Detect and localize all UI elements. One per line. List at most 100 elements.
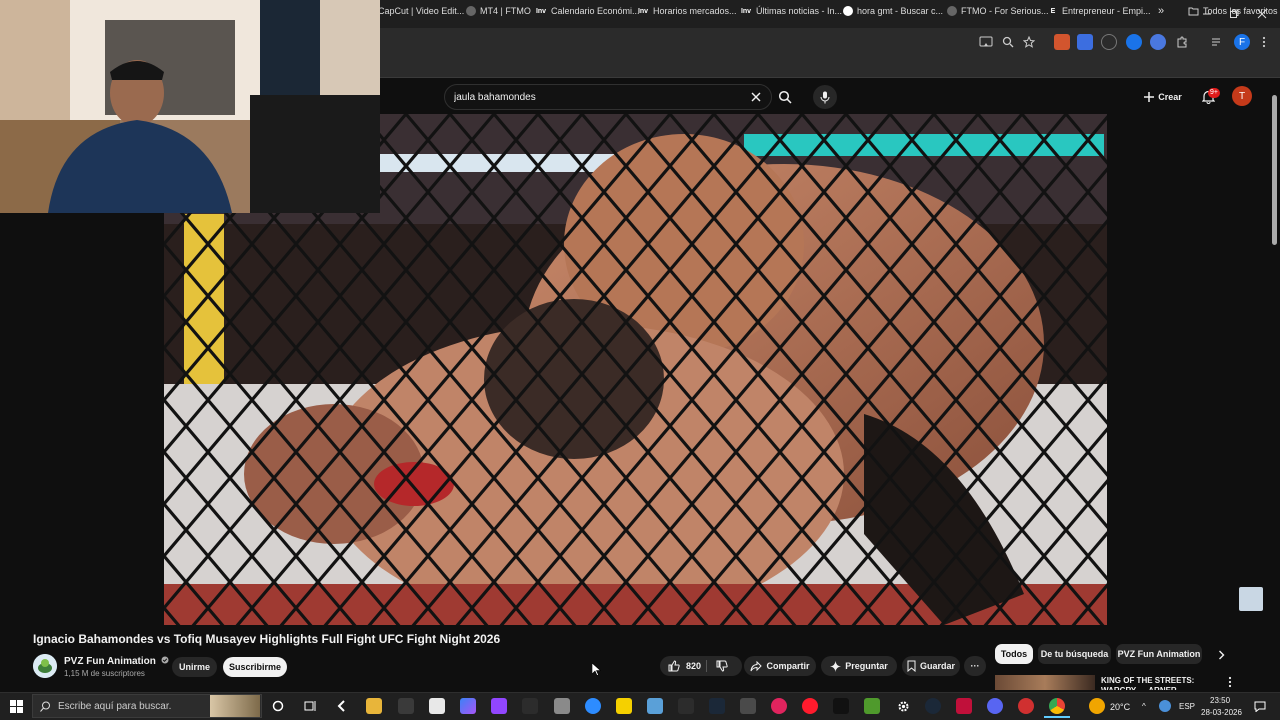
zoom-icon[interactable]: [1000, 34, 1016, 50]
app-icon[interactable]: [398, 698, 414, 714]
extension-circle-icon[interactable]: [1150, 34, 1166, 50]
ask-button[interactable]: Preguntar: [821, 656, 897, 676]
bookmark-horarios[interactable]: Inv Horarios mercados...: [637, 4, 737, 18]
profile-avatar[interactable]: F: [1234, 34, 1250, 50]
globe-icon: [947, 6, 957, 16]
share-button[interactable]: Compartir: [744, 656, 816, 676]
chip-todos[interactable]: Todos: [995, 644, 1033, 664]
notification-center-icon[interactable]: [1252, 698, 1268, 714]
join-button[interactable]: Unirme: [172, 657, 217, 677]
windows-logo-icon: [9, 699, 23, 713]
weather-temperature[interactable]: 20°C: [1110, 702, 1130, 712]
app-icon[interactable]: [647, 698, 663, 714]
clock-time[interactable]: 23:50: [1210, 696, 1230, 705]
globe-icon: [466, 6, 476, 16]
search-icon: [40, 701, 50, 712]
task-view-icon[interactable]: [302, 698, 318, 714]
browser-menu-icon[interactable]: [1256, 34, 1272, 50]
account-avatar[interactable]: T: [1232, 86, 1252, 106]
more-actions-button[interactable]: ···: [964, 656, 986, 676]
channel-avatar[interactable]: [33, 654, 57, 678]
channel-watermark[interactable]: [1239, 587, 1263, 611]
page-scrollbar[interactable]: [1272, 95, 1277, 245]
app-icon[interactable]: [522, 698, 538, 714]
voice-search-button[interactable]: [813, 85, 837, 109]
search-input[interactable]: [454, 89, 734, 105]
bookmark-label: MT4 | FTMO: [480, 6, 531, 16]
bookmarks-overflow-button[interactable]: »: [1158, 4, 1164, 18]
all-bookmarks-button[interactable]: Todos los favoritos: [1188, 4, 1278, 18]
opera-icon[interactable]: [802, 698, 818, 714]
bookmark-label: Entrepreneur - Empi...: [1062, 6, 1151, 16]
bookmark-mt4-ftmo[interactable]: MT4 | FTMO: [466, 4, 531, 18]
save-button[interactable]: Guardar: [902, 656, 960, 676]
minecraft-icon[interactable]: [864, 698, 880, 714]
search-highlight-image: [210, 695, 260, 717]
zoom-app-icon[interactable]: [585, 698, 601, 714]
chip-de-tu-busqueda[interactable]: De tu búsqueda: [1038, 644, 1111, 664]
bookmark-entrepreneur[interactable]: E Entrepreneur - Empi...: [1048, 4, 1151, 18]
bookmark-label: Últimas noticias - In...: [756, 6, 843, 16]
vertical-dots-icon: [1228, 676, 1232, 688]
recommendation-menu-button[interactable]: [1228, 675, 1236, 689]
app-icon[interactable]: [956, 698, 972, 714]
bookmark-calendario[interactable]: Inv Calendario Económi...: [535, 4, 640, 18]
chip-channel[interactable]: PVZ Fun Animation: [1116, 644, 1202, 664]
chips-next-button[interactable]: [1212, 646, 1230, 664]
search-button[interactable]: [773, 85, 797, 109]
create-label: Crear: [1158, 92, 1182, 102]
dislike-button[interactable]: [716, 660, 728, 674]
notepad-icon[interactable]: [429, 698, 445, 714]
app-icon[interactable]: [740, 698, 756, 714]
like-button[interactable]: 820: [668, 660, 701, 672]
taskbar-search-placeholder: Escribe aquí para buscar.: [58, 701, 172, 712]
sticky-notes-icon[interactable]: [616, 698, 632, 714]
bookmark-star-icon[interactable]: [1021, 34, 1037, 50]
discord-icon[interactable]: [987, 698, 1003, 714]
start-button[interactable]: [8, 698, 24, 714]
create-button[interactable]: Crear: [1140, 85, 1186, 109]
extension-translate-icon[interactable]: [1077, 34, 1093, 50]
settings-gear-icon[interactable]: [895, 698, 911, 714]
input-language[interactable]: ESP: [1179, 702, 1195, 711]
tray-app-icon[interactable]: [1159, 700, 1171, 712]
media-controls-icon[interactable]: [1209, 34, 1225, 50]
investing-icon: Inv: [740, 7, 752, 15]
bookmark-ultimas-noticias[interactable]: Inv Últimas noticias - In...: [740, 4, 842, 18]
cast-icon[interactable]: [978, 34, 994, 50]
share-label: Compartir: [766, 661, 810, 671]
steam-icon[interactable]: [925, 698, 941, 714]
app-icon[interactable]: [709, 698, 725, 714]
tray-chevron-icon[interactable]: ^: [1142, 702, 1146, 711]
bookmark-capcut[interactable]: CapCut | Video Edit...: [378, 4, 464, 18]
app-pinned-icon[interactable]: [334, 698, 350, 714]
chrome-icon[interactable]: [1049, 698, 1065, 714]
subscribe-button[interactable]: Suscribirme: [223, 657, 287, 677]
weather-icon[interactable]: [1089, 698, 1105, 714]
app-icon[interactable]: [554, 698, 570, 714]
app-icon[interactable]: [771, 698, 787, 714]
extension-blue-icon[interactable]: [1126, 34, 1142, 50]
clear-search-button[interactable]: [744, 85, 768, 109]
channel-name[interactable]: PVZ Fun Animation: [64, 656, 169, 667]
recommendation-thumbnail[interactable]: [995, 675, 1095, 690]
clock-date[interactable]: 28-03-2026: [1201, 708, 1242, 717]
chevron-right-icon: [1218, 650, 1224, 660]
bookmark-ftmo[interactable]: FTMO - For Serious...: [947, 4, 1049, 18]
cortana-icon[interactable]: [270, 698, 286, 714]
app-icon[interactable]: [1018, 698, 1034, 714]
extensions-puzzle-icon[interactable]: [1174, 34, 1190, 50]
screen: F CapCut | Video Edit... MT4 | FTMO Inv …: [0, 0, 1280, 720]
bookmark-hora-gmt[interactable]: hora gmt - Buscar c...: [843, 4, 943, 18]
capcut-icon[interactable]: [678, 698, 694, 714]
recommendation-title[interactable]: KING OF THE STREETS: WARCRY — ARNER LLOV…: [1101, 676, 1221, 690]
tiktok-icon[interactable]: [833, 698, 849, 714]
extension-fox-icon[interactable]: [1054, 34, 1070, 50]
like-count: 820: [686, 661, 702, 671]
webcam-feed: [0, 0, 380, 213]
twitch-icon[interactable]: [491, 698, 507, 714]
file-explorer-icon[interactable]: [366, 698, 382, 714]
save-label: Guardar: [919, 661, 955, 671]
copilot-icon[interactable]: [460, 698, 476, 714]
extension-x-icon[interactable]: [1101, 34, 1117, 50]
